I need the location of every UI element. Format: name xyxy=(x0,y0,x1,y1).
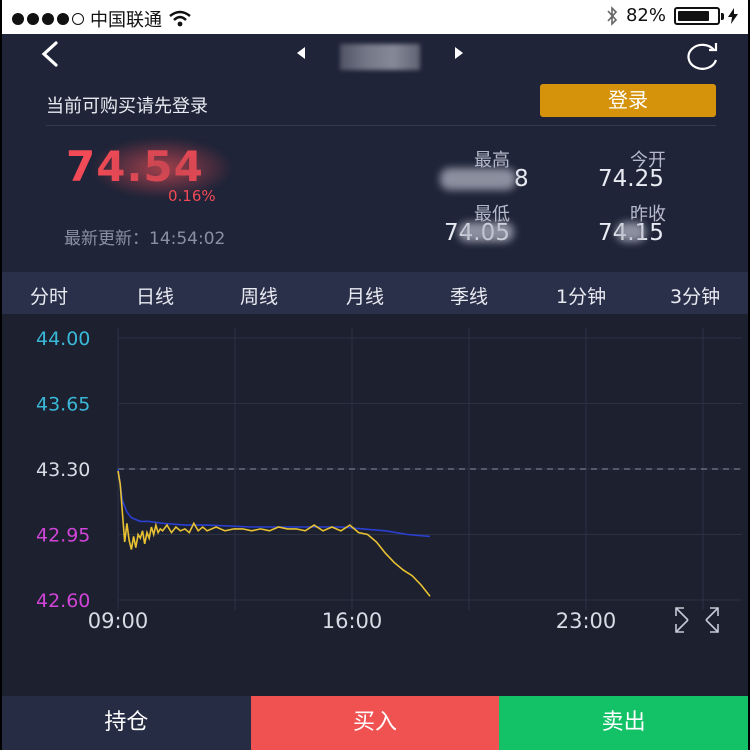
tab-3-minute[interactable]: 3分钟 xyxy=(670,282,720,309)
positions-button[interactable]: 持仓 xyxy=(2,696,251,750)
fullscreen-icon[interactable] xyxy=(675,607,719,633)
x-tick-label: 09:00 xyxy=(88,609,149,633)
bluetooth-icon xyxy=(607,5,618,26)
x-tick-label: 23:00 xyxy=(556,609,617,633)
wifi-icon xyxy=(169,10,191,27)
battery-icon xyxy=(674,6,724,25)
x-tick-label: 16:00 xyxy=(322,609,383,633)
tab-daily[interactable]: 日线 xyxy=(136,282,174,309)
average-price-line xyxy=(117,468,431,538)
carrier-label: 中国联通 xyxy=(90,10,162,31)
y-tick-label: 44.00 xyxy=(36,328,90,350)
refresh-icon[interactable] xyxy=(682,40,722,70)
prev-close-redaction xyxy=(616,222,646,242)
signal-strength-icon xyxy=(12,13,84,25)
buy-button[interactable]: 买入 xyxy=(250,696,500,750)
last-update-label: 最新更新： xyxy=(64,229,149,249)
high-redaction xyxy=(440,168,516,190)
symbol-name-redacted xyxy=(340,44,420,70)
sell-button[interactable]: 卖出 xyxy=(499,696,748,750)
trade-actions: 持仓 买入 卖出 xyxy=(2,696,748,750)
prev-arrow-icon[interactable] xyxy=(296,46,306,60)
y-tick-label: 43.30 xyxy=(36,459,90,481)
high-value: 8 xyxy=(514,166,529,192)
intraday-chart[interactable]: 44.00 43.65 43.30 42.95 42.60 09:00 16:00 23:0… xyxy=(2,314,748,696)
back-icon[interactable] xyxy=(38,40,62,68)
tab-monthly[interactable]: 月线 xyxy=(346,282,384,309)
open-value: 74.25 xyxy=(598,166,664,192)
app-frame: 中国联通 82% 当前可购买请先登录 登录 0.16% 最新更新：14:54:0… xyxy=(2,0,748,750)
price-change: 0.16% xyxy=(168,187,216,205)
period-tabs: 分时 日线 周线 月线 季线 1分钟 3分钟 xyxy=(2,272,748,319)
tab-1-minute[interactable]: 1分钟 xyxy=(556,282,606,309)
status-bar: 中国联通 82% xyxy=(2,0,748,34)
last-update-time: 14:54:02 xyxy=(149,229,226,249)
price-line xyxy=(117,470,431,597)
login-button[interactable]: 登录 xyxy=(540,84,716,117)
login-hint: 当前可购买请先登录 xyxy=(46,96,208,117)
login-row: 当前可购买请先登录 登录 xyxy=(46,84,716,126)
charging-icon xyxy=(728,7,738,24)
next-arrow-icon[interactable] xyxy=(454,46,464,60)
low-redaction xyxy=(458,222,514,242)
tab-weekly[interactable]: 周线 xyxy=(240,282,278,309)
battery-percent: 82% xyxy=(625,5,666,26)
y-tick-label: 42.60 xyxy=(36,590,90,612)
tab-intraday[interactable]: 分时 xyxy=(27,282,71,319)
tab-quarterly[interactable]: 季线 xyxy=(450,282,488,309)
nav-bar xyxy=(2,34,748,78)
last-update: 最新更新：14:54:02 xyxy=(64,224,225,249)
chart-svg: 44.00 43.65 43.30 42.95 42.60 09:00 16:00 23:0… xyxy=(36,328,742,633)
y-tick-label: 43.65 xyxy=(36,394,90,416)
y-tick-label: 42.95 xyxy=(36,525,90,547)
